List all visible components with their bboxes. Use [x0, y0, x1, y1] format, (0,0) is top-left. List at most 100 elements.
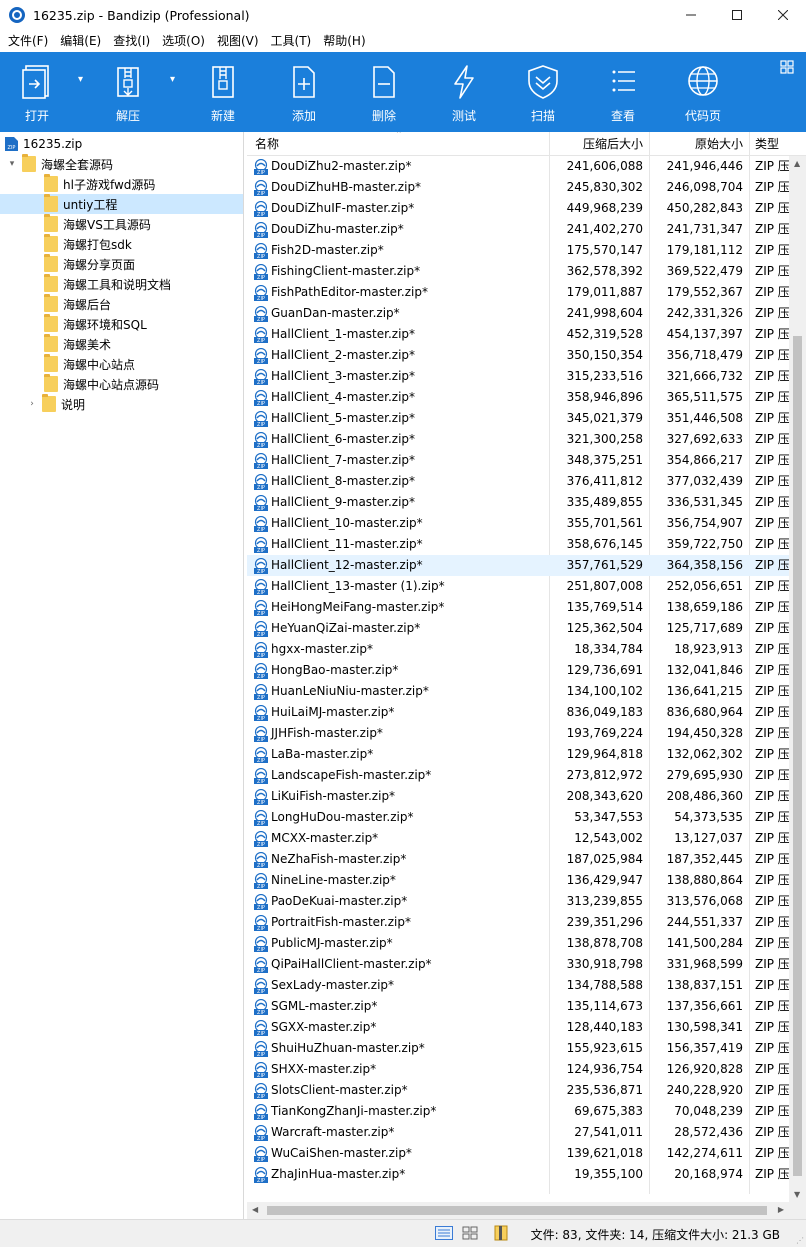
- horizontal-scrollbar[interactable]: ◀ ▶: [247, 1202, 789, 1219]
- horizontal-scroll-thumb[interactable]: [267, 1206, 767, 1215]
- file-row[interactable]: ZIP ShuiHuZhuan-master.zip* 155,923,615 156…: [247, 1038, 789, 1059]
- column-original-header[interactable]: 原始大小: [650, 132, 743, 156]
- tree-subfolder[interactable]: 海螺中心站点: [0, 354, 243, 374]
- add-button[interactable]: 添加: [280, 52, 328, 132]
- delete-button[interactable]: 删除: [360, 52, 408, 132]
- file-row[interactable]: ZIP JJHFish-master.zip* 193,769,224 194,450…: [247, 723, 789, 744]
- file-row[interactable]: ZIP PublicMJ-master.zip* 138,878,708 141,50…: [247, 933, 789, 954]
- menu-view[interactable]: 视图(V): [211, 30, 265, 52]
- file-row[interactable]: ZIP NineLine-master.zip* 136,429,947 138,88…: [247, 870, 789, 891]
- file-row[interactable]: ZIP SGML-master.zip* 135,114,673 137,356,66…: [247, 996, 789, 1017]
- expanded-chevron-icon[interactable]: ▾: [6, 159, 18, 169]
- collapsed-chevron-icon[interactable]: ›: [26, 399, 38, 409]
- minimize-button[interactable]: [668, 0, 714, 30]
- file-row[interactable]: ZIP HallClient_4-master.zip* 358,946,896 36…: [247, 387, 789, 408]
- file-row[interactable]: ZIP Warcraft-master.zip* 27,541,011 28,572,…: [247, 1122, 789, 1143]
- file-row[interactable]: ZIP DouDiZhuIF-master.zip* 449,968,239 450,…: [247, 198, 789, 219]
- tree-folder[interactable]: ▾ 海螺全套源码: [0, 154, 243, 174]
- file-row[interactable]: ZIP DouDiZhu2-master.zip* 241,606,088 241,9…: [247, 156, 789, 177]
- menu-help[interactable]: 帮助(H): [317, 30, 371, 52]
- tree-subfolder[interactable]: 海螺后台: [0, 294, 243, 314]
- vertical-scrollbar[interactable]: ▲ ▼: [789, 156, 806, 1202]
- file-row[interactable]: ZIP TianKongZhanJi-master.zip* 69,675,383 7…: [247, 1101, 789, 1122]
- thumbnail-view-button[interactable]: [459, 1223, 481, 1243]
- file-row[interactable]: ZIP NeZhaFish-master.zip* 187,025,984 187,3…: [247, 849, 789, 870]
- test-button[interactable]: 测试: [440, 52, 488, 132]
- close-button[interactable]: [760, 0, 806, 30]
- file-row[interactable]: ZIP SexLady-master.zip* 134,788,588 138,837…: [247, 975, 789, 996]
- tree-subfolder[interactable]: 海螺中心站点源码: [0, 374, 243, 394]
- file-row[interactable]: ZIP GuanDan-master.zip* 241,998,604 242,331…: [247, 303, 789, 324]
- archive-info-button[interactable]: [490, 1223, 512, 1243]
- column-type-header[interactable]: 类型: [755, 132, 789, 156]
- scroll-down-icon[interactable]: ▼: [794, 1190, 800, 1199]
- extract-dropdown-icon[interactable]: ▾: [170, 74, 175, 85]
- new-button[interactable]: 新建: [199, 52, 247, 132]
- column-compressed-header[interactable]: 压缩后大小: [549, 132, 643, 156]
- file-row[interactable]: ZIP LaBa-master.zip* 129,964,818 132,062,30…: [247, 744, 789, 765]
- file-row[interactable]: ZIP HallClient_8-master.zip* 376,411,812 37…: [247, 471, 789, 492]
- file-row[interactable]: ZIP SHXX-master.zip* 124,936,754 126,920,82…: [247, 1059, 789, 1080]
- menu-edit[interactable]: 编辑(E): [54, 30, 107, 52]
- file-row[interactable]: ZIP hgxx-master.zip* 18,334,784 18,923,913 Z…: [247, 639, 789, 660]
- scroll-up-icon[interactable]: ▲: [794, 159, 800, 168]
- details-view-button[interactable]: [433, 1223, 455, 1243]
- menu-find[interactable]: 查找(I): [107, 30, 156, 52]
- file-row[interactable]: ZIP HallClient_9-master.zip* 335,489,855 33…: [247, 492, 789, 513]
- tree-root-archive[interactable]: ZIP 16235.zip: [0, 134, 243, 154]
- tree-subfolder[interactable]: 海螺环境和SQL: [0, 314, 243, 334]
- file-row[interactable]: ZIP MCXX-master.zip* 12,543,002 13,127,037 Z…: [247, 828, 789, 849]
- file-row[interactable]: ZIP FishingClient-master.zip* 362,578,392 3…: [247, 261, 789, 282]
- file-row[interactable]: ZIP HallClient_10-master.zip* 355,701,561 3…: [247, 513, 789, 534]
- scroll-left-icon[interactable]: ◀: [252, 1205, 258, 1214]
- file-row[interactable]: ZIP HallClient_6-master.zip* 321,300,258 32…: [247, 429, 789, 450]
- tree-subfolder[interactable]: untiy工程: [0, 194, 243, 214]
- file-row[interactable]: ZIP HeiHongMeiFang-master.zip* 135,769,514…: [247, 597, 789, 618]
- column-name-header[interactable]: 名称: [255, 132, 279, 156]
- menu-file[interactable]: 文件(F): [2, 30, 54, 52]
- file-row[interactable]: ZIP HallClient_1-master.zip* 452,319,528 45…: [247, 324, 789, 345]
- layout-grid-icon[interactable]: [780, 60, 794, 74]
- tree-subfolder[interactable]: 海螺打包sdk: [0, 234, 243, 254]
- file-row[interactable]: ZIP HongBao-master.zip* 129,736,691 132,041…: [247, 660, 789, 681]
- tree-subfolder[interactable]: 海螺VS工具源码: [0, 214, 243, 234]
- file-row[interactable]: ZIP SGXX-master.zip* 128,440,183 130,598,34…: [247, 1017, 789, 1038]
- menu-options[interactable]: 选项(O): [156, 30, 211, 52]
- file-row[interactable]: ZIP LongHuDou-master.zip* 53,347,553 54,373…: [247, 807, 789, 828]
- vertical-scroll-thumb[interactable]: [793, 336, 802, 1176]
- resize-grip-icon[interactable]: ⋰: [796, 1236, 804, 1245]
- tree-subfolder[interactable]: hl子游戏fwd源码: [0, 174, 243, 194]
- file-row[interactable]: ZIP SlotsClient-master.zip* 235,536,871 240…: [247, 1080, 789, 1101]
- file-row[interactable]: ZIP HuanLeNiuNiu-master.zip* 134,100,102 13…: [247, 681, 789, 702]
- file-row[interactable]: ZIP LiKuiFish-master.zip* 208,343,620 208,4…: [247, 786, 789, 807]
- file-row[interactable]: ZIP HallClient_13-master (1).zip* 251,807,…: [247, 576, 789, 597]
- maximize-button[interactable]: [714, 0, 760, 30]
- file-row[interactable]: ZIP QiPaiHallClient-master.zip* 330,918,79…: [247, 954, 789, 975]
- file-row[interactable]: ZIP ZhaJinHua-master.zip* 19,355,100 20,168…: [247, 1164, 789, 1185]
- view-button[interactable]: 查看: [599, 52, 647, 132]
- file-row[interactable]: ZIP FishPathEditor-master.zip* 179,011,887…: [247, 282, 789, 303]
- file-row[interactable]: ZIP Fish2D-master.zip* 175,570,147 179,181,…: [247, 240, 789, 261]
- file-row[interactable]: ZIP DouDiZhuHB-master.zip* 245,830,302 246,…: [247, 177, 789, 198]
- file-row[interactable]: ZIP LandscapeFish-master.zip* 273,812,972 2…: [247, 765, 789, 786]
- tree-subfolder[interactable]: 海螺分享页面: [0, 254, 243, 274]
- file-row[interactable]: ZIP HallClient_11-master.zip* 358,676,145 3…: [247, 534, 789, 555]
- file-row[interactable]: ZIP HallClient_3-master.zip* 315,233,516 32…: [247, 366, 789, 387]
- file-row[interactable]: ZIP HallClient_12-master.zip* 357,761,529 3…: [247, 555, 789, 576]
- file-row[interactable]: ZIP HuiLaiMJ-master.zip* 836,049,183 836,68…: [247, 702, 789, 723]
- file-row[interactable]: ZIP HallClient_7-master.zip* 348,375,251 35…: [247, 450, 789, 471]
- scan-button[interactable]: 扫描: [519, 52, 567, 132]
- scroll-right-icon[interactable]: ▶: [778, 1205, 784, 1214]
- file-row[interactable]: ZIP HeYuanQiZai-master.zip* 125,362,504 125…: [247, 618, 789, 639]
- file-row[interactable]: ZIP DouDiZhu-master.zip* 241,402,270 241,73…: [247, 219, 789, 240]
- codepage-button[interactable]: 代码页: [679, 52, 727, 132]
- tree-subfolder[interactable]: 海螺工具和说明文档: [0, 274, 243, 294]
- file-row[interactable]: ZIP PortraitFish-master.zip* 239,351,296 24…: [247, 912, 789, 933]
- file-row[interactable]: ZIP WuCaiShen-master.zip* 139,621,018 142,2…: [247, 1143, 789, 1164]
- file-row[interactable]: ZIP HallClient_2-master.zip* 350,150,354 35…: [247, 345, 789, 366]
- extract-button[interactable]: 解压: [104, 52, 152, 132]
- menu-tools[interactable]: 工具(T): [265, 30, 318, 52]
- open-button[interactable]: 打开: [14, 52, 60, 132]
- tree-folder[interactable]: › 说明: [0, 394, 243, 414]
- tree-subfolder[interactable]: 海螺美术: [0, 334, 243, 354]
